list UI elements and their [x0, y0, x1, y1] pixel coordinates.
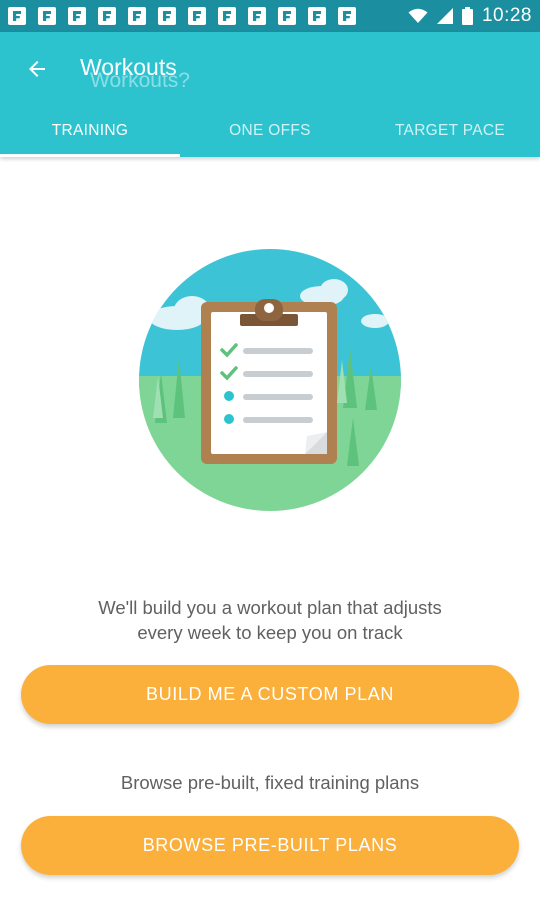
status-time: 10:28	[481, 5, 532, 26]
custom-plan-description: We'll build you a workout plan that adju…	[0, 595, 540, 645]
flipboard-icon	[128, 7, 146, 25]
back-button[interactable]	[20, 52, 54, 86]
flipboard-icon	[98, 7, 116, 25]
flipboard-icon	[248, 7, 266, 25]
flipboard-icon	[158, 7, 176, 25]
custom-plan-text-line1: We'll build you a workout plan that adju…	[98, 597, 442, 618]
battery-icon	[461, 7, 473, 25]
custom-plan-text-line2: every week to keep you on track	[137, 622, 403, 643]
browse-pre-built-plans-button[interactable]: BROWSE PRE-BUILT PLANS	[21, 816, 519, 875]
arrow-back-icon	[29, 61, 45, 77]
status-right: 10:28	[408, 5, 532, 27]
clipboard-checklist-icon	[139, 249, 401, 511]
tab-one-offs[interactable]: ONE OFFS	[180, 114, 360, 157]
tab-target-pace[interactable]: TARGET PACE	[360, 114, 540, 157]
flipboard-icon	[308, 7, 326, 25]
flipboard-icon	[188, 7, 206, 25]
signal-icon	[436, 8, 453, 24]
flipboard-icon	[338, 7, 356, 25]
notification-icons	[8, 7, 356, 25]
tab-bar: TRAINING ONE OFFS TARGET PACE	[0, 114, 540, 157]
tab-training[interactable]: TRAINING	[0, 114, 180, 157]
status-bar: 10:28	[0, 0, 540, 32]
flipboard-icon	[8, 7, 26, 25]
flipboard-icon	[278, 7, 296, 25]
flipboard-icon	[218, 7, 236, 25]
wifi-icon	[408, 8, 428, 23]
build-custom-plan-button[interactable]: BUILD ME A CUSTOM PLAN	[21, 665, 519, 724]
flipboard-icon	[68, 7, 86, 25]
page-title: Workouts	[80, 54, 177, 80]
flipboard-icon	[38, 7, 56, 25]
app-bar: Workouts? Workouts TRAINING ONE OFFS TAR…	[0, 32, 540, 157]
browse-plans-description: Browse pre-built, fixed training plans	[120, 772, 420, 793]
